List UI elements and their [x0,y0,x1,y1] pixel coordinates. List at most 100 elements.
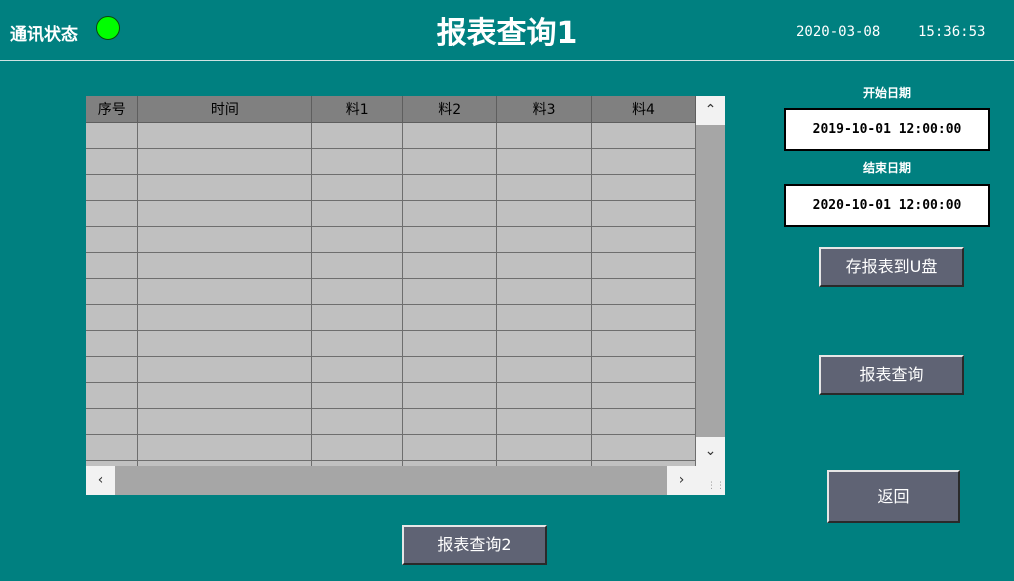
table-cell[interactable] [402,382,498,409]
table-cell[interactable] [311,252,404,279]
chevron-up-icon[interactable]: ⌃ [696,96,725,125]
table-cell[interactable] [496,304,593,331]
column-header-mat3[interactable]: 料3 [496,96,593,123]
table-cell[interactable] [86,382,139,409]
chevron-right-icon[interactable]: › [667,466,696,495]
table-row[interactable] [86,330,696,357]
table-cell[interactable] [311,304,404,331]
table-row[interactable] [86,382,696,409]
table-cell[interactable] [311,226,404,253]
table-cell[interactable] [402,122,498,149]
horizontal-scrollbar[interactable]: ‹ › [86,466,696,495]
end-date-field[interactable]: 2020-10-01 12:00:00 [784,184,990,227]
table-cell[interactable] [591,304,696,331]
table-cell[interactable] [402,330,498,357]
table-cell[interactable] [137,200,313,227]
table-cell[interactable] [86,252,139,279]
table-cell[interactable] [311,434,404,461]
table-row[interactable] [86,356,696,383]
back-button[interactable]: 返回 [827,470,960,523]
table-cell[interactable] [137,408,313,435]
table-cell[interactable] [86,278,139,305]
save-to-usb-button[interactable]: 存报表到U盘 [819,247,964,287]
column-header-mat4[interactable]: 料4 [591,96,696,123]
table-cell[interactable] [137,226,313,253]
table-row[interactable] [86,200,696,227]
table-cell[interactable] [496,252,593,279]
table-cell[interactable] [496,382,593,409]
table-cell[interactable] [86,122,139,149]
table-row[interactable] [86,226,696,253]
table-cell[interactable] [591,330,696,357]
vertical-scrollbar[interactable]: ⌃ ⌄ [696,96,725,466]
table-cell[interactable] [86,330,139,357]
table-cell[interactable] [496,408,593,435]
table-cell[interactable] [402,304,498,331]
table-cell[interactable] [402,148,498,175]
table-cell[interactable] [591,278,696,305]
table-cell[interactable] [591,200,696,227]
table-cell[interactable] [402,226,498,253]
table-cell[interactable] [402,252,498,279]
table-cell[interactable] [311,122,404,149]
table-cell[interactable] [496,330,593,357]
table-cell[interactable] [311,200,404,227]
column-header-time[interactable]: 时间 [137,96,313,123]
table-cell[interactable] [311,382,404,409]
table-cell[interactable] [86,356,139,383]
table-cell[interactable] [591,408,696,435]
report-query-button[interactable]: 报表查询 [819,355,964,395]
table-row[interactable] [86,408,696,435]
table-cell[interactable] [496,278,593,305]
table-cell[interactable] [137,304,313,331]
table-cell[interactable] [137,330,313,357]
table-cell[interactable] [311,408,404,435]
table-cell[interactable] [402,356,498,383]
table-cell[interactable] [137,434,313,461]
table-cell[interactable] [86,408,139,435]
column-header-mat2[interactable]: 料2 [402,96,498,123]
table-cell[interactable] [86,434,139,461]
report-table-body[interactable]: 序号 时间 料1 料2 料3 料4 [86,96,696,466]
table-cell[interactable] [137,122,313,149]
table-cell[interactable] [311,174,404,201]
table-cell[interactable] [137,252,313,279]
resize-grip-icon[interactable]: ⋮⋮ [696,466,725,495]
table-cell[interactable] [591,148,696,175]
table-cell[interactable] [496,122,593,149]
chevron-left-icon[interactable]: ‹ [86,466,115,495]
table-cell[interactable] [402,278,498,305]
table-cell[interactable] [311,278,404,305]
column-header-mat1[interactable]: 料1 [311,96,404,123]
table-cell[interactable] [591,174,696,201]
column-header-index[interactable]: 序号 [86,96,139,123]
table-cell[interactable] [402,408,498,435]
table-cell[interactable] [86,174,139,201]
table-cell[interactable] [311,356,404,383]
table-cell[interactable] [496,434,593,461]
table-cell[interactable] [496,226,593,253]
table-cell[interactable] [591,356,696,383]
table-cell[interactable] [311,148,404,175]
table-row[interactable] [86,252,696,279]
table-row[interactable] [86,304,696,331]
table-row[interactable] [86,434,696,461]
table-cell[interactable] [137,174,313,201]
table-cell[interactable] [591,252,696,279]
report-query2-button[interactable]: 报表查询2 [402,525,547,565]
table-cell[interactable] [591,434,696,461]
table-cell[interactable] [86,148,139,175]
table-cell[interactable] [496,174,593,201]
table-cell[interactable] [591,122,696,149]
table-cell[interactable] [86,226,139,253]
table-cell[interactable] [496,200,593,227]
table-cell[interactable] [402,434,498,461]
table-cell[interactable] [496,356,593,383]
table-cell[interactable] [402,200,498,227]
table-cell[interactable] [402,174,498,201]
table-row[interactable] [86,174,696,201]
report-table[interactable]: 序号 时间 料1 料2 料3 料4 ⌃ ⌄ ‹ › ⋮⋮ [86,96,725,495]
table-cell[interactable] [591,382,696,409]
table-cell[interactable] [137,356,313,383]
start-date-field[interactable]: 2019-10-01 12:00:00 [784,108,990,151]
